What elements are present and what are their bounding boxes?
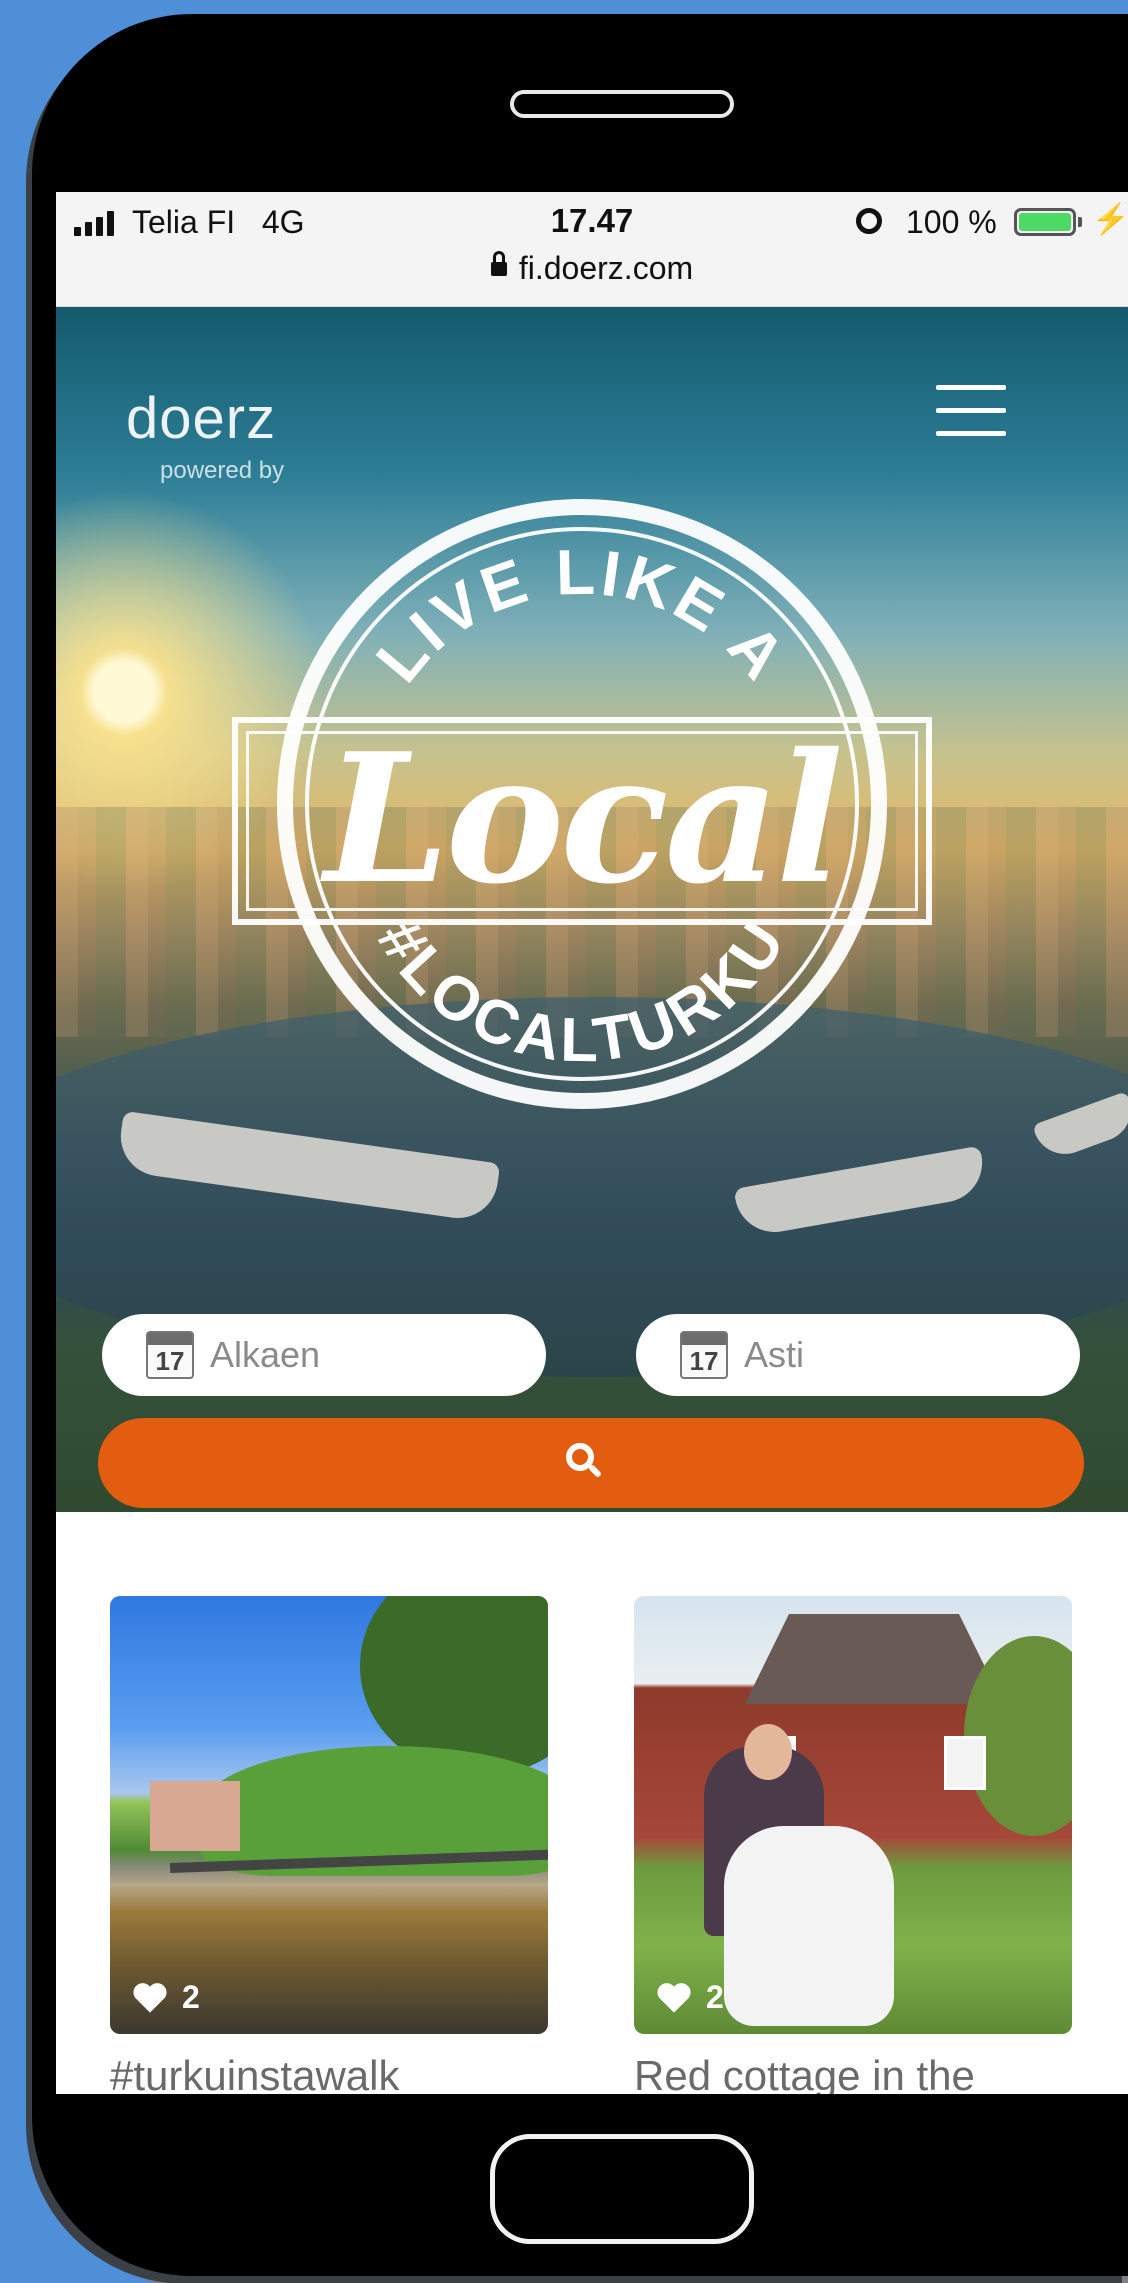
battery-icon — [1014, 208, 1076, 236]
like-number: 2 — [182, 1979, 200, 2015]
heart-icon — [133, 1982, 167, 2013]
like-count[interactable]: 2 — [132, 1979, 200, 2016]
stamp-main-text: Local — [324, 714, 843, 923]
start-date-field[interactable]: 17 Alkaen — [102, 1314, 546, 1396]
calendar-icon: 17 — [680, 1331, 728, 1379]
charging-icon: ⚡ — [1092, 203, 1128, 236]
live-like-a-local-stamp: LIVE LIKE A #LOCALTURKU Local — [232, 499, 932, 1169]
calendar-day: 17 — [155, 1346, 185, 1376]
url-text: fi.doerz.com — [518, 250, 694, 286]
search-button[interactable] — [98, 1418, 1084, 1508]
experience-title[interactable]: Red cottage in the — [634, 2052, 1072, 2094]
phone-speaker — [510, 90, 734, 118]
experience-card[interactable]: 2 Red cottage in the — [634, 1596, 1072, 2094]
battery-tip — [1078, 217, 1082, 227]
lock-icon — [490, 250, 507, 276]
experience-photo[interactable]: 2 — [634, 1596, 1072, 2034]
phone-screen: Telia FI 4G 17.47 100 % ⚡ fi.doerz.com d… — [56, 192, 1128, 2094]
like-number: 2 — [706, 1979, 724, 2015]
doerz-logo[interactable]: doerz — [126, 385, 276, 452]
home-button[interactable] — [490, 2134, 754, 2244]
heart-icon — [657, 1982, 691, 2013]
start-date-placeholder: Alkaen — [210, 1334, 321, 1375]
alarm-icon — [856, 208, 882, 234]
like-count[interactable]: 2 — [656, 1979, 724, 2016]
calendar-icon: 17 — [146, 1331, 194, 1379]
stamp-top-text: LIVE LIKE A — [362, 536, 797, 696]
experience-title[interactable]: #turkuinstawalk — [110, 2052, 548, 2094]
search-icon-handle — [587, 1463, 603, 1479]
logo-powered-by: powered by — [160, 457, 285, 484]
svg-text:LIVE LIKE A: LIVE LIKE A — [362, 536, 801, 696]
battery-percent: 100 % — [906, 204, 997, 240]
experience-photo[interactable]: 2 — [110, 1596, 548, 2034]
hero-banner: doerz powered by LIVE LIKE A #LOCALTURKU — [56, 307, 1128, 1512]
end-date-placeholder: Asti — [744, 1334, 805, 1375]
experience-card[interactable]: 2 #turkuinstawalk — [110, 1596, 548, 2094]
calendar-day: 17 — [689, 1346, 719, 1376]
end-date-field[interactable]: 17 Asti — [636, 1314, 1080, 1396]
status-bar: Telia FI 4G 17.47 100 % ⚡ fi.doerz.com — [56, 192, 1128, 307]
address-bar[interactable]: fi.doerz.com — [56, 250, 1128, 287]
hamburger-menu-icon[interactable] — [936, 385, 1006, 437]
